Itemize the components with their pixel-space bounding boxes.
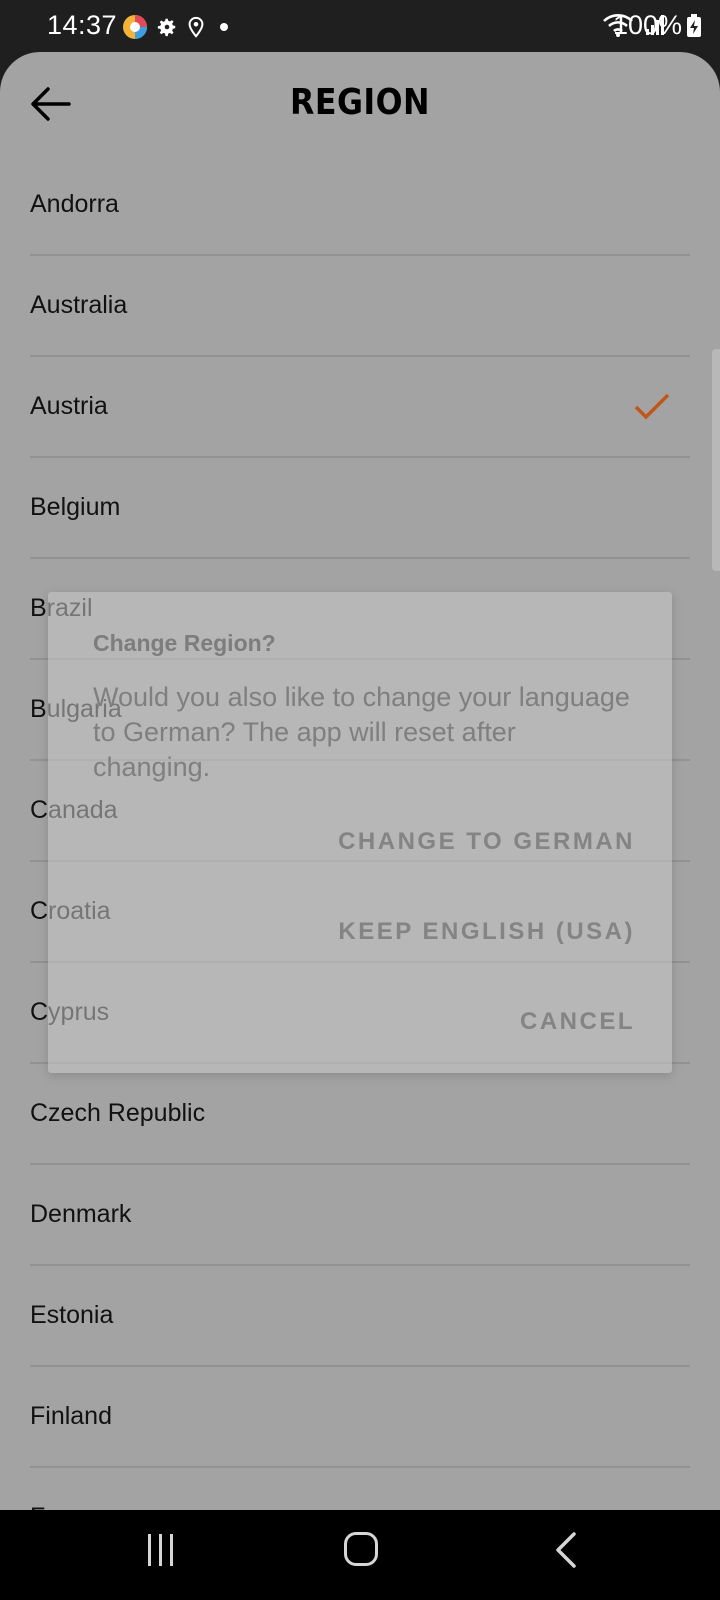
region-name: Estonia xyxy=(30,1301,114,1329)
gear-icon xyxy=(157,18,176,37)
page-title: REGION xyxy=(290,82,430,123)
keep-english-button[interactable]: KEEP ENGLISH (USA) xyxy=(338,918,635,946)
status-bar: 14:37 100% xyxy=(0,0,720,52)
region-name: Denmark xyxy=(30,1200,132,1228)
region-name: France xyxy=(30,1503,108,1510)
region-row[interactable]: Denmark xyxy=(30,1165,690,1266)
checkmark-icon xyxy=(634,393,670,420)
home-button[interactable] xyxy=(344,1532,378,1566)
scrollbar-thumb[interactable] xyxy=(712,349,720,571)
region-row[interactable]: Finland xyxy=(30,1367,690,1468)
dot-icon xyxy=(220,23,228,31)
system-nav-bar xyxy=(0,1510,720,1600)
region-name: Finland xyxy=(30,1402,112,1430)
app-icon xyxy=(123,15,147,39)
status-time: 14:37 xyxy=(47,10,118,40)
dialog-title: Change Region? xyxy=(93,630,276,656)
change-to-german-button[interactable]: CHANGE TO GERMAN xyxy=(338,828,635,856)
battery-label: 100% xyxy=(612,10,682,40)
nav-back-button[interactable] xyxy=(552,1530,580,1570)
dialog-message: Would you also like to change your langu… xyxy=(93,682,630,782)
region-row[interactable]: France xyxy=(30,1468,690,1510)
region-row[interactable]: Belgium xyxy=(30,458,690,559)
top-app-bar: REGION xyxy=(0,52,720,156)
region-row[interactable]: Andorra xyxy=(30,155,690,256)
region-row[interactable]: Austria xyxy=(30,357,690,458)
region-row[interactable]: Australia xyxy=(30,256,690,357)
region-name: Australia xyxy=(30,291,128,319)
region-row[interactable]: Czech Republic xyxy=(30,1064,690,1165)
change-region-dialog: Change Region? Would you also like to ch… xyxy=(48,592,672,1073)
region-name: Austria xyxy=(30,392,108,420)
location-icon xyxy=(188,16,204,38)
recent-apps-button[interactable] xyxy=(144,1534,176,1566)
region-name: Czech Republic xyxy=(30,1099,206,1127)
region-name: Belgium xyxy=(30,493,121,521)
battery-charging-icon xyxy=(687,13,701,37)
status-icons-left xyxy=(122,14,234,40)
region-row[interactable]: Estonia xyxy=(30,1266,690,1367)
region-screen: REGION AndorraAustraliaAustriaBelgiumBra… xyxy=(0,52,720,1510)
cancel-button[interactable]: CANCEL xyxy=(520,1008,635,1036)
region-name: Andorra xyxy=(30,190,119,218)
status-battery: 100% xyxy=(613,10,702,41)
